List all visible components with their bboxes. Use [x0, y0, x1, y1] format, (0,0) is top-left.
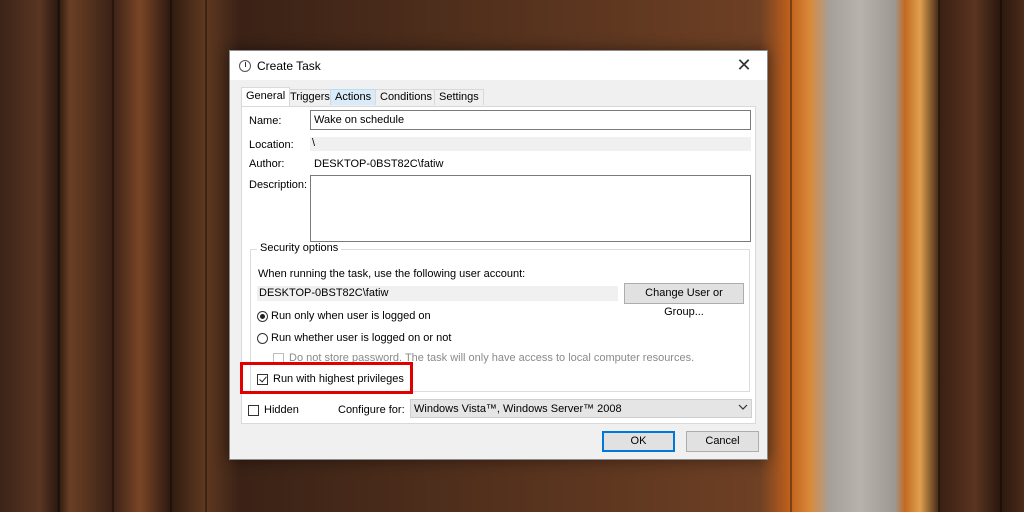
- security-options-title: Security options: [257, 242, 342, 254]
- name-field-value: Wake on schedule: [314, 114, 405, 126]
- radio-run-whether-logged-on[interactable]: [257, 333, 268, 344]
- account-value: DESKTOP-0BST82C\fatiw: [259, 287, 389, 299]
- window-title: Create Task: [257, 59, 321, 73]
- background-plank-seam: [1000, 0, 1002, 512]
- chevron-down-icon: [738, 404, 748, 410]
- account-field: DESKTOP-0BST82C\fatiw: [257, 286, 618, 301]
- author-value: DESKTOP-0BST82C\fatiw: [314, 158, 444, 170]
- configure-for-select[interactable]: Windows Vista™, Windows Server™ 2008: [410, 399, 752, 418]
- background-plank-seam: [112, 0, 114, 512]
- hidden-checkbox[interactable]: [248, 405, 259, 416]
- background-plank-seam: [205, 0, 207, 512]
- configure-for-label: Configure for:: [338, 404, 405, 416]
- cancel-button[interactable]: Cancel: [686, 431, 759, 452]
- radio-run-whether-logged-on-label[interactable]: Run whether user is logged on or not: [271, 332, 451, 344]
- tab-conditions[interactable]: Conditions: [375, 89, 437, 105]
- background-plank-seam: [790, 0, 792, 512]
- location-value: \: [312, 137, 316, 149]
- close-button[interactable]: ✕: [721, 51, 767, 80]
- description-field[interactable]: [310, 175, 751, 242]
- author-label: Author:: [249, 158, 285, 170]
- name-label: Name:: [249, 115, 282, 127]
- ok-button[interactable]: OK: [602, 431, 675, 452]
- tab-general[interactable]: General: [241, 87, 291, 106]
- background-plank-seam: [938, 0, 940, 512]
- location-label: Location:: [249, 139, 294, 151]
- radio-run-when-logged-on-label[interactable]: Run only when user is logged on: [271, 310, 431, 322]
- tab-triggers[interactable]: Triggers: [285, 89, 335, 105]
- tab-settings[interactable]: Settings: [434, 89, 484, 105]
- clock-icon: [239, 60, 251, 72]
- background-plank-seam: [58, 0, 60, 512]
- title-bar[interactable]: Create Task ✕: [230, 51, 767, 80]
- description-label: Description:: [249, 179, 308, 191]
- name-field[interactable]: Wake on schedule: [310, 110, 751, 130]
- change-user-button[interactable]: Change User or Group...: [624, 283, 744, 318]
- account-prompt: When running the task, use the following…: [258, 268, 526, 280]
- radio-run-when-logged-on[interactable]: [257, 311, 268, 322]
- create-task-dialog: Create Task ✕ General Triggers Actions C…: [229, 50, 768, 460]
- hidden-label[interactable]: Hidden: [264, 404, 299, 416]
- background-plank-seam: [170, 0, 172, 512]
- tab-actions[interactable]: Actions: [330, 89, 377, 105]
- location-field: \: [310, 137, 751, 151]
- configure-for-value: Windows Vista™, Windows Server™ 2008: [414, 403, 622, 415]
- annotation-highlight-box: [240, 362, 413, 394]
